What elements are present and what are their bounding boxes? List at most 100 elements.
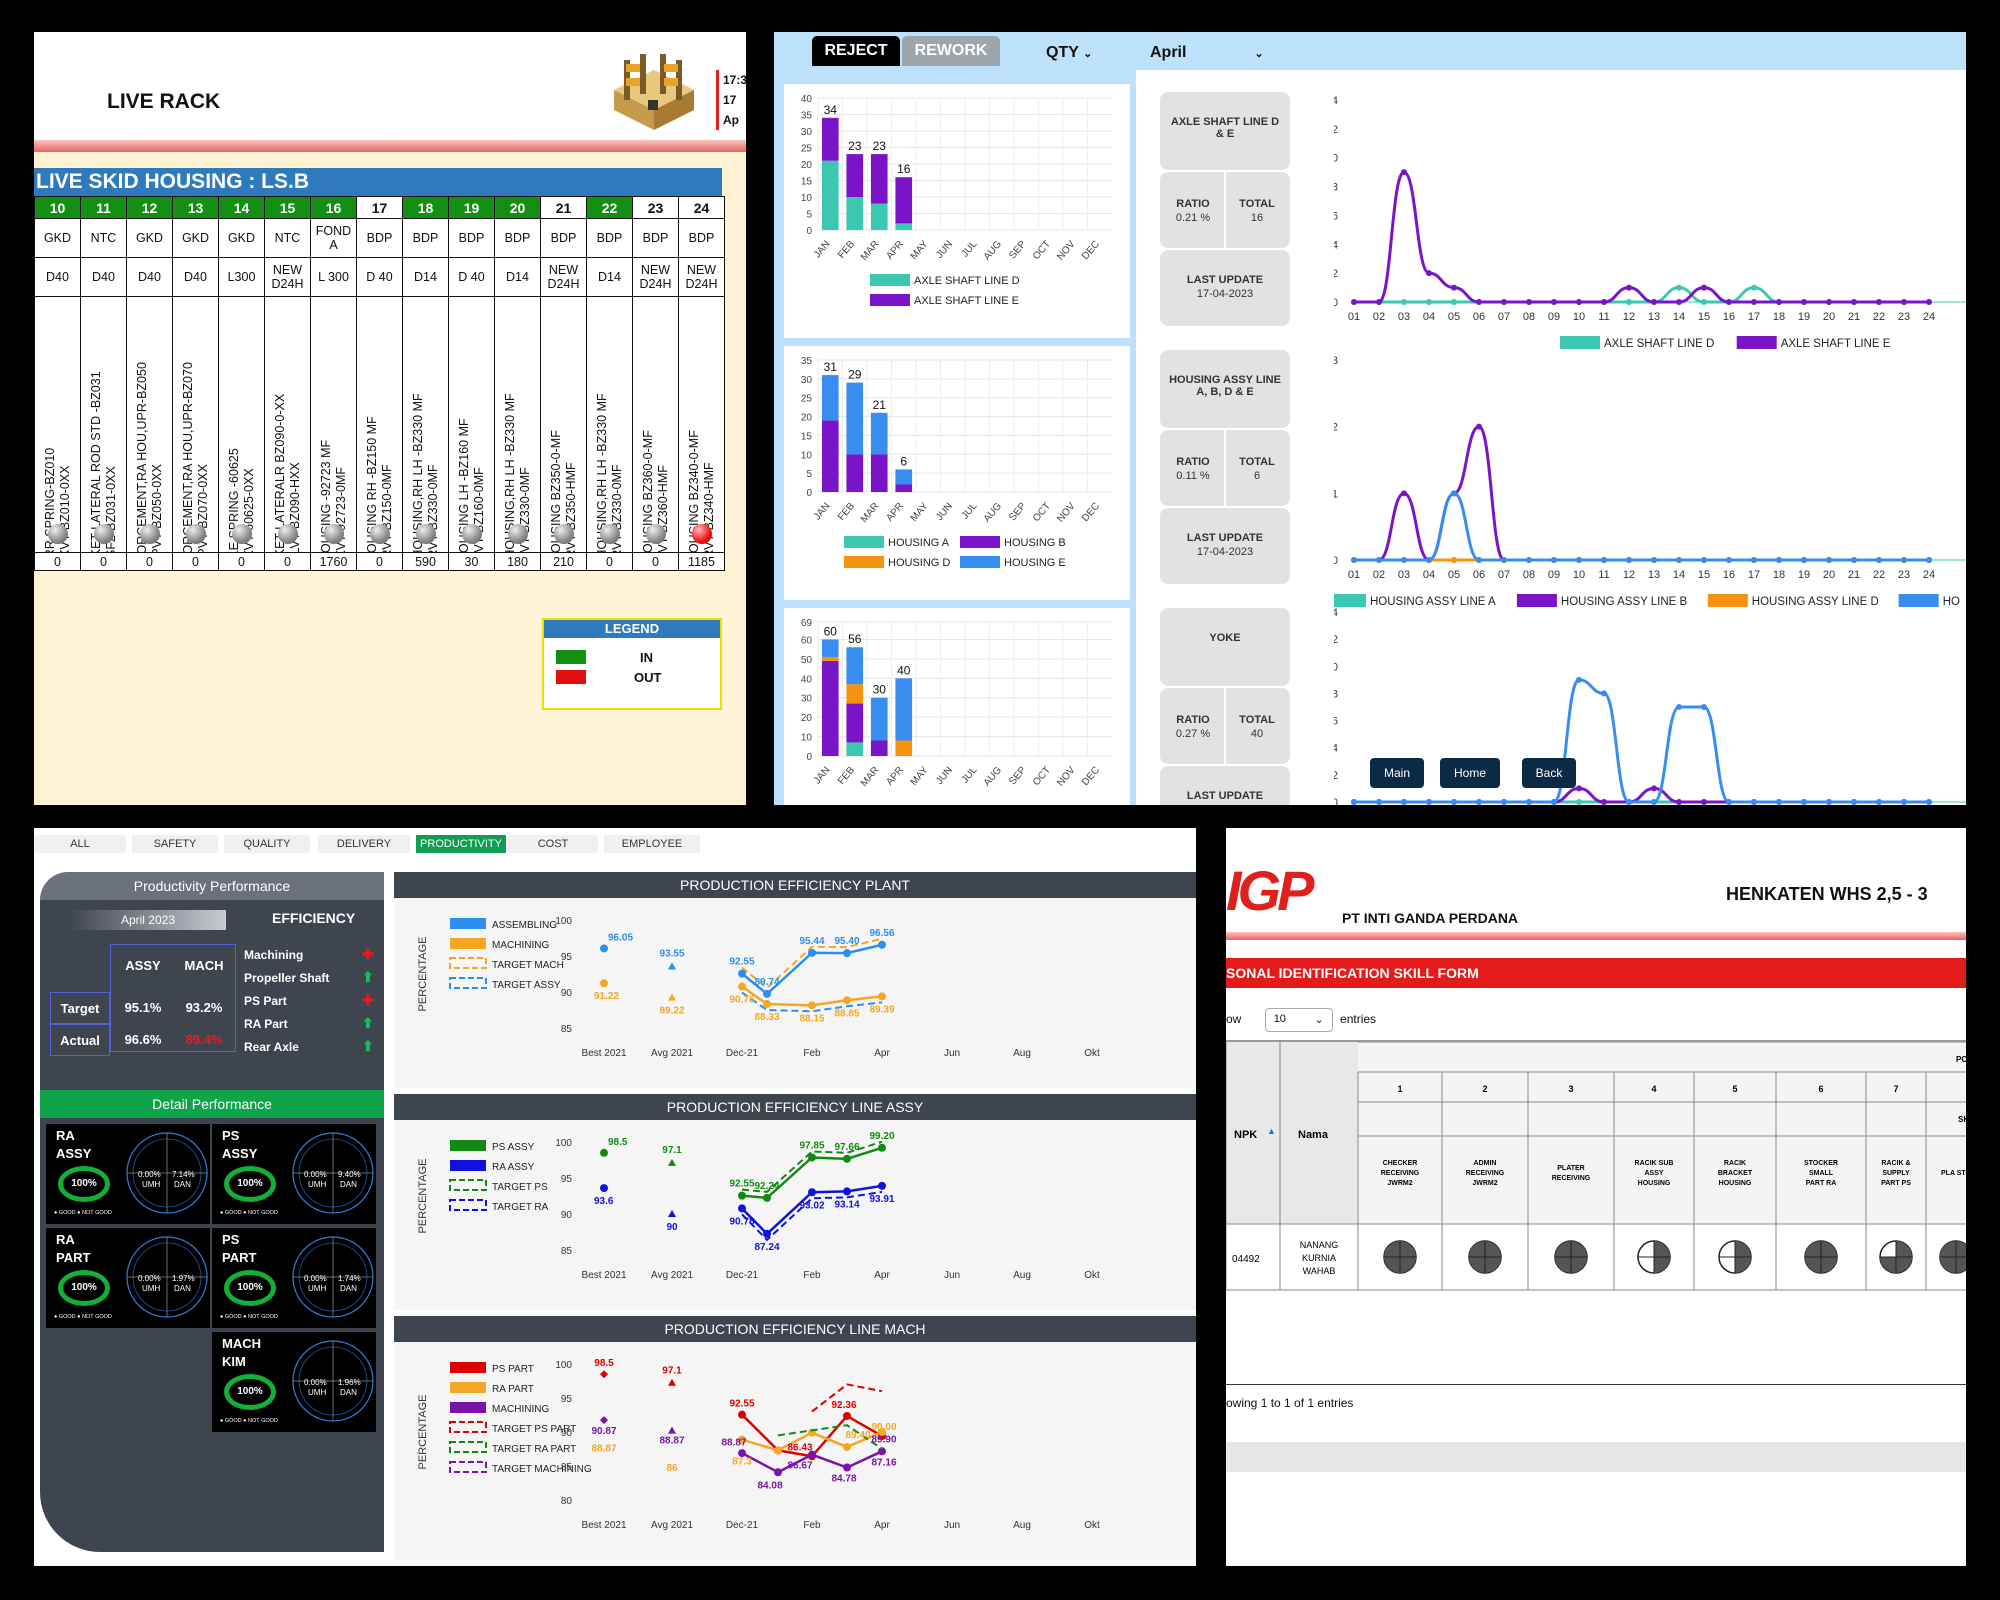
data-point[interactable] [843,1411,851,1420]
data-point[interactable] [1526,557,1532,563]
data-point[interactable] [1476,423,1482,430]
bar-segment[interactable] [821,375,839,421]
back-button[interactable]: Back [1522,758,1576,788]
data-point[interactable] [1401,490,1407,497]
data-point[interactable] [1651,785,1657,792]
data-point[interactable] [1676,284,1682,291]
data-point[interactable] [1801,799,1807,805]
data-point[interactable] [1401,299,1407,305]
data-point[interactable] [1651,557,1657,563]
data-point[interactable] [1851,299,1857,305]
tab-employee[interactable]: EMPLOYEE [604,835,700,853]
data-point[interactable] [878,1143,886,1152]
data-point[interactable] [1626,299,1632,305]
bar-segment[interactable] [846,647,864,685]
data-point[interactable] [1651,299,1657,305]
data-point[interactable] [843,1463,851,1472]
data-point[interactable] [843,1154,851,1163]
bar-segment[interactable] [870,740,888,756]
data-point[interactable] [1376,299,1382,305]
data-point[interactable] [1776,799,1782,805]
data-point[interactable] [668,993,676,1001]
data-point[interactable] [1626,557,1632,563]
data-point[interactable] [1576,676,1582,683]
data-point[interactable] [1726,299,1732,305]
month-label[interactable]: April 2023 [70,910,226,930]
data-point[interactable] [1751,284,1757,291]
data-point[interactable] [843,1442,851,1451]
data-point[interactable] [1351,299,1357,305]
data-point[interactable] [843,996,851,1005]
data-point[interactable] [1376,799,1382,805]
data-point[interactable] [1901,557,1907,563]
data-point[interactable] [600,1184,608,1193]
data-point[interactable] [1551,299,1557,305]
bar-segment[interactable] [821,656,839,661]
data-point[interactable] [1526,299,1532,305]
data-point[interactable] [1376,557,1382,563]
bar-segment[interactable] [846,684,864,704]
tab-productivity[interactable]: PRODUCTIVITY [416,835,506,853]
data-point[interactable] [1926,557,1932,563]
detail-card[interactable]: MACH KIM 100% ● GOOD ● NOT GOOD 0.00% UMH 1.96… [212,1332,376,1432]
bar-segment[interactable] [870,697,888,741]
data-point[interactable] [1676,704,1682,710]
bar-segment[interactable] [895,740,913,756]
data-point[interactable] [1701,557,1707,563]
data-point[interactable] [668,1378,676,1386]
bar-segment[interactable] [895,177,913,224]
data-point[interactable] [1801,557,1807,563]
data-point[interactable] [1401,169,1407,176]
data-point[interactable] [1751,799,1757,805]
data-point[interactable] [738,1410,746,1419]
bar-segment[interactable] [846,454,864,492]
data-point[interactable] [1476,799,1482,805]
data-point[interactable] [1501,299,1507,305]
data-point[interactable] [1701,704,1707,710]
data-point[interactable] [1726,799,1732,805]
detail-card[interactable]: PS PART 100% ● GOOD ● NOT GOOD 0.00% UMH 1.74%… [212,1228,376,1328]
data-point[interactable] [1576,799,1582,805]
data-point[interactable] [763,1229,771,1238]
data-point[interactable] [1451,557,1457,563]
data-point[interactable] [1501,557,1507,563]
data-point[interactable] [1401,557,1407,563]
data-point[interactable] [878,992,886,1001]
data-point[interactable] [1601,557,1607,563]
data-point[interactable] [1626,284,1632,291]
data-point[interactable] [1351,799,1357,805]
bar-segment[interactable] [895,678,913,741]
data-point[interactable] [1476,557,1482,563]
data-point[interactable] [1351,557,1357,563]
bar-segment[interactable] [846,154,864,197]
bar-segment[interactable] [895,469,913,485]
data-point[interactable] [668,1210,676,1217]
bar-segment[interactable] [821,420,839,492]
data-point[interactable] [1576,557,1582,563]
data-point[interactable] [1901,299,1907,305]
data-point[interactable] [1801,299,1807,305]
data-point[interactable] [843,1187,851,1196]
data-point[interactable] [878,1181,886,1190]
data-point[interactable] [1476,299,1482,305]
bar-segment[interactable] [821,160,839,230]
data-point[interactable] [600,979,608,988]
tab-reject[interactable]: REJECT [812,36,900,66]
data-point[interactable] [1701,284,1707,291]
tab-cost[interactable]: COST [508,835,598,853]
data-point[interactable] [1426,799,1432,805]
home-button[interactable]: Home [1440,758,1500,788]
data-point[interactable] [843,949,851,958]
data-point[interactable] [1826,799,1832,805]
data-point[interactable] [1601,690,1607,697]
data-point[interactable] [1926,299,1932,305]
data-point[interactable] [1926,799,1932,805]
data-point[interactable] [1676,799,1682,805]
main-button[interactable]: Main [1370,758,1424,788]
data-point[interactable] [1626,799,1632,805]
bar-segment[interactable] [870,412,888,455]
data-point[interactable] [1726,557,1732,563]
data-point[interactable] [1876,557,1882,563]
data-point[interactable] [1776,299,1782,305]
qty-select[interactable]: QTY ⌄ [1046,44,1092,62]
